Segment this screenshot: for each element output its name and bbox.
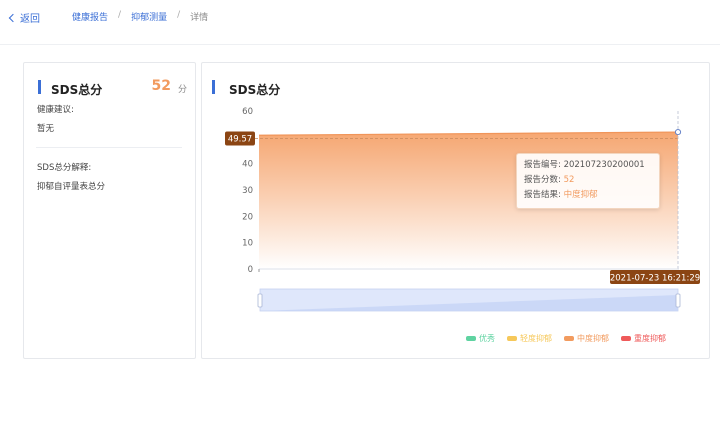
- y-tick-label: 60: [242, 107, 253, 117]
- legend-swatch: [621, 336, 631, 341]
- svg-text:49.57: 49.57: [228, 134, 252, 144]
- tooltip-result-value: 中度抑郁: [563, 190, 598, 200]
- tooltip-score-label: 报告分数:: [524, 175, 561, 185]
- data-point[interactable]: [674, 128, 682, 136]
- pointer-y-label: 49.57: [225, 131, 255, 146]
- legend-item[interactable]: 优秀: [466, 333, 495, 344]
- summary-title: SDS总分: [51, 83, 103, 97]
- legend-label: 轻度抑郁: [520, 334, 552, 343]
- legend-swatch: [564, 336, 574, 341]
- tooltip-id-label: 报告编号:: [524, 160, 561, 170]
- zoom-handle-left[interactable]: [257, 293, 263, 308]
- breadcrumb-separator: /: [177, 10, 181, 20]
- explain-value: 抑郁自评量表总分: [37, 182, 106, 192]
- data-zoom-slider[interactable]: [257, 288, 681, 312]
- tooltip-id-value: 202107230200001: [563, 160, 645, 170]
- score-value: 52: [151, 78, 171, 94]
- legend-item[interactable]: 重度抑郁: [621, 333, 666, 344]
- legend-label: 优秀: [479, 334, 495, 343]
- chart-legend: 优秀 轻度抑郁 中度抑郁 重度抑郁: [466, 333, 678, 344]
- breadcrumb-current: 详情: [190, 13, 209, 23]
- y-tick-label: 0: [248, 265, 253, 275]
- breadcrumb-depression-test[interactable]: 抑郁测量: [131, 10, 167, 23]
- score-summary-card: SDS总分 52 分 健康建议: 暂无 SDS总分解释: 抑郁自评量表总分: [23, 62, 196, 359]
- legend-swatch: [507, 336, 517, 341]
- legend-swatch: [466, 336, 476, 341]
- legend-item[interactable]: 轻度抑郁: [507, 333, 552, 344]
- score-unit: 分: [177, 85, 187, 95]
- back-button[interactable]: 返回: [8, 10, 40, 25]
- title-accent-bar: [38, 80, 41, 94]
- chevron-left-icon: [8, 13, 18, 22]
- legend-item[interactable]: 中度抑郁: [564, 333, 609, 344]
- legend-label: 重度抑郁: [634, 334, 666, 343]
- advice-value: 暂无: [37, 124, 55, 134]
- y-tick-label: 30: [242, 186, 253, 196]
- advice-label: 健康建议:: [37, 105, 74, 115]
- chart-card: SDS总分 0102030405060 49.57 2021-07-23 16:…: [201, 62, 710, 359]
- breadcrumb: 健康报告 / 抑郁测量 / 详情: [72, 10, 208, 23]
- pointer-x-label: 2021-07-23 16:21:29: [610, 270, 700, 284]
- zoom-handle-right[interactable]: [675, 293, 681, 308]
- explain-label: SDS总分解释:: [37, 163, 92, 173]
- tooltip-result-label: 报告结果:: [524, 190, 561, 200]
- svg-text:2021-07-23 16:21:29: 2021-07-23 16:21:29: [610, 274, 700, 284]
- top-bar: 返回 健康报告 / 抑郁测量 / 详情: [0, 0, 720, 45]
- breadcrumb-health-report[interactable]: 健康报告: [72, 10, 108, 23]
- report-tooltip: 报告编号: 202107230200001 报告分数: 52 报告结果: 中度抑…: [516, 153, 660, 209]
- back-label: 返回: [20, 14, 40, 25]
- y-tick-label: 40: [242, 160, 253, 170]
- y-tick-label: 20: [242, 212, 253, 222]
- sds-area-chart[interactable]: 0102030405060 49.57 2021-07-23 16:21:29: [202, 63, 709, 358]
- legend-label: 中度抑郁: [577, 334, 609, 343]
- divider: [36, 147, 182, 148]
- breadcrumb-separator: /: [118, 10, 122, 20]
- tooltip-score-value: 52: [563, 175, 575, 185]
- y-tick-label: 10: [242, 239, 253, 249]
